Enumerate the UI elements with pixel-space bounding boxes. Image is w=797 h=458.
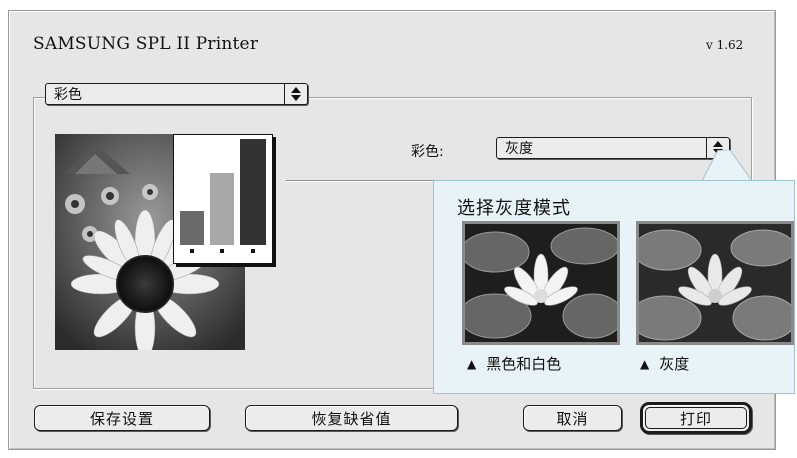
restore-defaults-button[interactable]: 恢复缺省值 (245, 405, 458, 431)
black-white-sample-image (458, 221, 624, 345)
panel-selector-value: 彩色 (54, 87, 82, 103)
print-button[interactable]: 打印 (640, 402, 752, 434)
color-chart-card (173, 134, 273, 264)
option-black-white-label: 黑色和白色 (486, 355, 562, 373)
grayscale-mode-callout: 选择灰度模式 ▲ 黑色和白色 ▲ 灰度 (433, 180, 797, 394)
dialog-title: SAMSUNG SPL II Printer (33, 34, 259, 54)
print-preview (55, 134, 273, 352)
triangle-marker-icon: ▲ (467, 356, 477, 371)
version-label: v 1.62 (706, 38, 744, 52)
print-button-label: 打印 (645, 407, 747, 429)
callout-title: 选择灰度模式 (457, 198, 571, 219)
grayscale-sample-image (628, 221, 797, 345)
updown-arrows-icon (284, 84, 307, 104)
save-settings-button[interactable]: 保存设置 (34, 405, 210, 431)
bar-chart-illustration (180, 139, 266, 253)
color-mode-value: 灰度 (505, 141, 533, 157)
option-grayscale[interactable]: ▲ 灰度 (640, 353, 689, 374)
option-black-white[interactable]: ▲ 黑色和白色 (467, 353, 561, 374)
triangle-marker-icon: ▲ (640, 356, 650, 371)
option-grayscale-label: 灰度 (659, 355, 690, 373)
cancel-button[interactable]: 取消 (523, 405, 622, 431)
callout-pointer (701, 150, 753, 182)
color-mode-label: 彩色: (411, 144, 444, 160)
color-mode-popup[interactable]: 灰度 (496, 137, 730, 159)
panel-selector-popup[interactable]: 彩色 (45, 83, 308, 105)
separator-line (286, 180, 436, 181)
